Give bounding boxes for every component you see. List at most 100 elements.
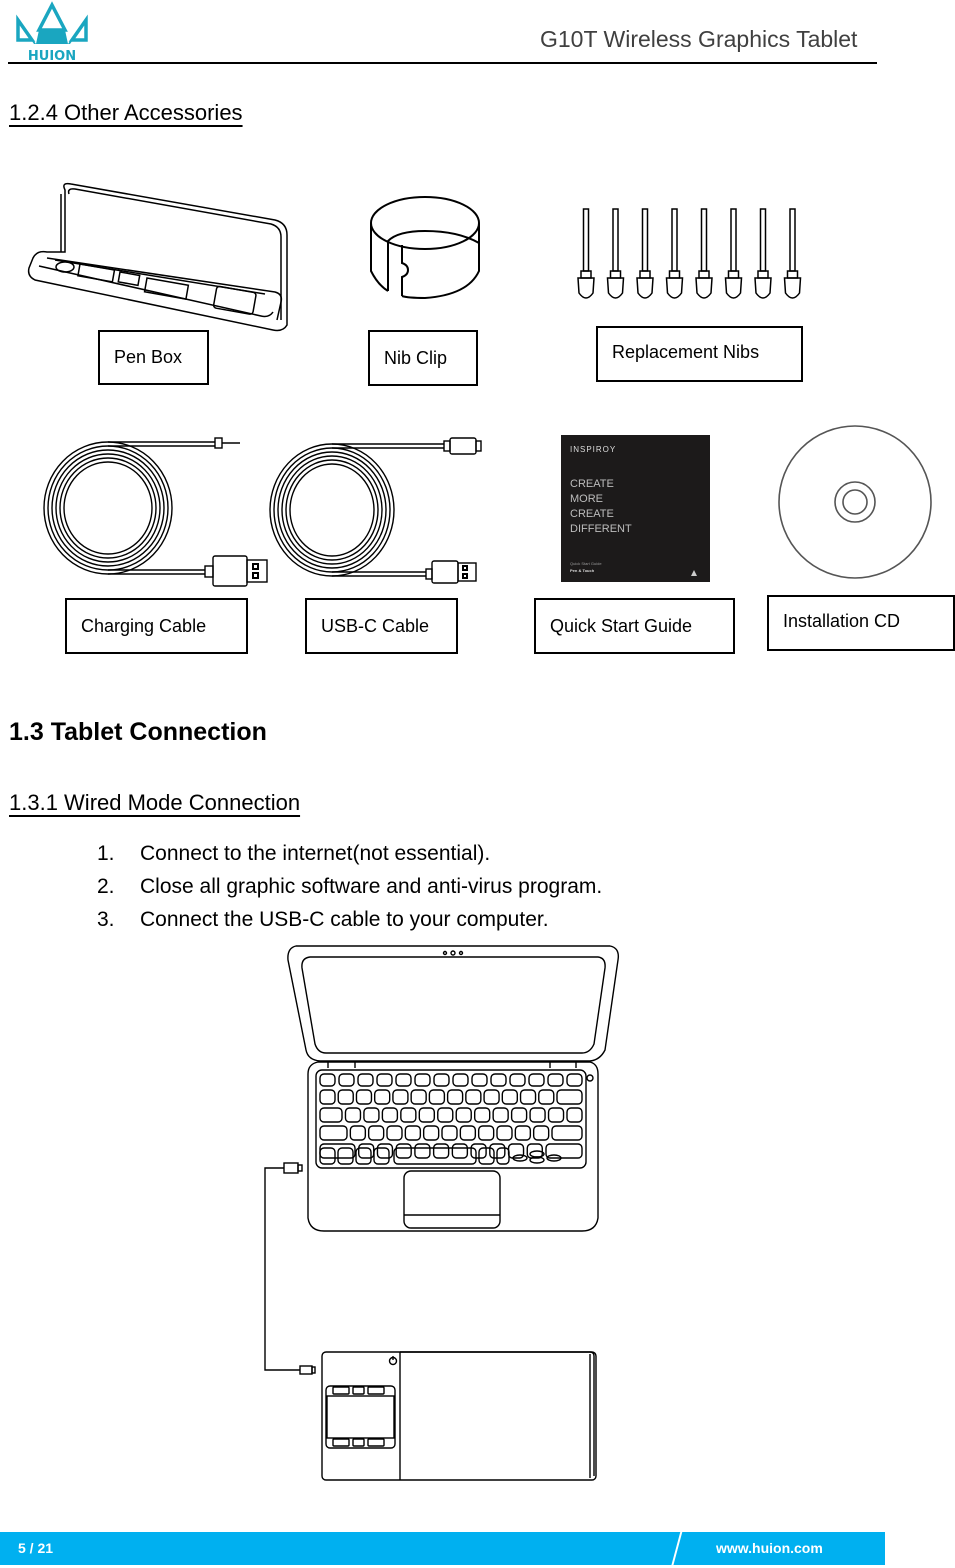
keyboard-key xyxy=(566,1107,583,1123)
keyboard-key xyxy=(404,1125,422,1141)
usb-c-cable-icon xyxy=(269,437,482,584)
keyboard-key xyxy=(337,1089,354,1105)
keyboard-key xyxy=(376,1073,393,1087)
keyboard-key xyxy=(422,1125,440,1141)
keyboard-key xyxy=(529,1107,546,1123)
keyboard-key xyxy=(319,1073,336,1087)
step-text: Connect the USB-C cable to your computer… xyxy=(140,908,549,931)
keyboard-key xyxy=(547,1107,565,1123)
charging-cable-icon xyxy=(43,437,268,587)
charging-cable-illustration xyxy=(40,430,280,595)
nib xyxy=(724,208,743,299)
guide-brand: INSPIROY xyxy=(570,445,617,454)
keyboard-key xyxy=(392,1089,409,1105)
keyboard-key xyxy=(451,1143,469,1159)
keyboard-key xyxy=(319,1125,348,1141)
nib xyxy=(783,208,802,299)
connection-diagram-svg xyxy=(264,945,620,1481)
keyboard-key xyxy=(514,1125,532,1141)
keyboard-key xyxy=(538,1089,555,1105)
installation-cd-icon xyxy=(778,425,932,579)
wired-connection-diagram xyxy=(260,940,640,1490)
keyboard-key xyxy=(414,1143,431,1159)
label-replacement-nibs: Replacement Nibs xyxy=(596,326,803,382)
keyboard-key xyxy=(373,1089,391,1105)
keyboard-key xyxy=(459,1125,477,1141)
laptop-icon xyxy=(287,945,620,1232)
keyboard-key xyxy=(357,1073,374,1087)
keyboard-key xyxy=(400,1107,417,1123)
guide-tagline: CREATE MORE CREATE DIFFERENT xyxy=(570,478,632,535)
keyboard-key xyxy=(428,1089,446,1105)
section-heading-tablet-connection: 1.3 Tablet Connection xyxy=(9,718,267,746)
keyboard-key xyxy=(367,1125,385,1141)
keyboard-key xyxy=(551,1125,583,1141)
replacement-nibs-illustration xyxy=(576,205,816,310)
keyboard-key xyxy=(395,1143,412,1159)
keyboard-key xyxy=(519,1089,537,1105)
keyboard-key xyxy=(492,1107,509,1123)
label-usb-c-cable: USB-C Cable xyxy=(305,598,458,654)
header-divider xyxy=(8,62,877,64)
keyboard-key xyxy=(319,1089,336,1105)
installation-cd-illustration xyxy=(777,425,933,586)
step-text: Close all graphic software and anti-viru… xyxy=(140,875,603,898)
graphics-tablet-icon xyxy=(321,1351,597,1481)
page-number: 5 / 21 xyxy=(18,1540,54,1556)
website-link[interactable]: www.huion.com xyxy=(716,1540,823,1556)
nib-clip-illustration xyxy=(368,195,483,310)
keyboard-key xyxy=(528,1073,545,1087)
keyboard-key xyxy=(483,1089,500,1105)
keyboard-key xyxy=(433,1073,450,1087)
step-item: 3. Connect the USB-C cable to your comput… xyxy=(97,908,549,932)
label-quick-start-guide: Quick Start Guide xyxy=(534,598,735,654)
keyboard-key xyxy=(490,1073,507,1087)
nib xyxy=(577,208,595,299)
label-charging-cable: Charging Cable xyxy=(65,598,248,654)
usb-c-cable-illustration xyxy=(268,430,488,595)
label-pen-box: Pen Box xyxy=(98,330,209,385)
usb-plug-icon xyxy=(283,1162,299,1174)
nib xyxy=(695,208,713,299)
label-installation-cd: Installation CD xyxy=(767,595,955,651)
keyboard-key xyxy=(319,1147,336,1165)
nib-clip-icon xyxy=(370,196,480,300)
usb-c-plug-icon xyxy=(299,1365,313,1375)
replacement-nibs-icon xyxy=(577,208,802,299)
pen-box-illustration xyxy=(25,180,295,340)
keyboard-key xyxy=(337,1147,354,1165)
keyboard-key xyxy=(496,1147,510,1165)
keyboard-key xyxy=(319,1107,343,1123)
keyboard-key xyxy=(393,1147,477,1165)
guide-product: Pen & Touch xyxy=(570,568,595,573)
keyboard-key xyxy=(446,1089,464,1105)
keyboard-key xyxy=(355,1089,373,1105)
nib xyxy=(665,208,684,299)
keyboard-key xyxy=(344,1107,362,1123)
guide-subtitle: Quick Start Guide xyxy=(570,561,602,566)
nib xyxy=(606,208,625,299)
keyboard-key xyxy=(410,1089,427,1105)
keyboard-key xyxy=(452,1073,469,1087)
keyboard-key xyxy=(441,1125,458,1141)
keyboard-key xyxy=(338,1073,355,1087)
quick-start-guide-illustration: INSPIROY CREATE MORE CREATE DIFFERENT Qu… xyxy=(561,435,710,582)
section-heading-other-accessories: 1.2.4 Other Accessories xyxy=(9,100,243,125)
step-number: 3. xyxy=(97,908,115,931)
section-heading-wired-mode: 1.3.1 Wired Mode Connection xyxy=(9,790,301,815)
keyboard-key xyxy=(501,1089,519,1105)
keyboard-key xyxy=(381,1107,399,1123)
keyboard-key xyxy=(510,1107,528,1123)
keyboard-key xyxy=(556,1089,583,1105)
keyboard-key xyxy=(395,1073,412,1087)
nib xyxy=(754,208,772,299)
keyboard-key xyxy=(414,1073,431,1087)
keyboard-key xyxy=(437,1107,454,1123)
keyboard-key xyxy=(509,1073,526,1087)
keyboard-key xyxy=(471,1073,488,1087)
document-title: G10T Wireless Graphics Tablet xyxy=(540,26,858,52)
keyboard-key xyxy=(418,1107,436,1123)
keyboard-key xyxy=(473,1107,491,1123)
keyboard-key xyxy=(547,1073,564,1087)
step-item: 1. Connect to the internet(not essential)… xyxy=(97,842,490,866)
